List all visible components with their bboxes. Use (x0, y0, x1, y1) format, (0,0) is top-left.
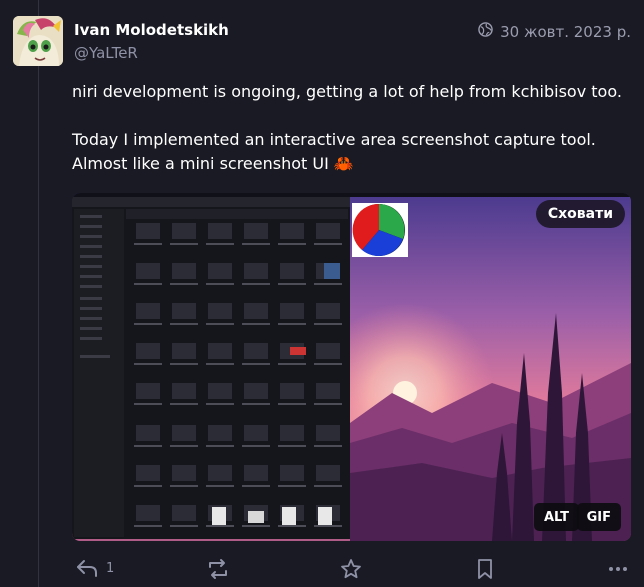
crab-emoji: 🦀 (333, 154, 354, 173)
avatar-image (13, 16, 63, 66)
media-attachment[interactable]: Сховати GIF ALT (72, 193, 631, 541)
status-post: Ivan Molodetskikh @YaLTeR 30 жовт. 2023 … (0, 0, 644, 587)
avatar[interactable] (13, 16, 63, 66)
reply-button[interactable]: 1 (76, 558, 114, 578)
alt-badge[interactable]: ALT (533, 503, 579, 531)
boost-button[interactable] (206, 558, 230, 580)
star-icon (340, 558, 362, 580)
gif-badge[interactable]: GIF (576, 503, 621, 531)
post-paragraph: Today I implemented an interactive area … (72, 128, 632, 176)
hide-media-button[interactable]: Сховати (535, 200, 625, 228)
post-paragraph: niri development is ongoing, getting a l… (72, 82, 622, 101)
favourite-button[interactable] (340, 558, 362, 580)
post-actions: 1 (72, 558, 632, 586)
reply-count: 1 (106, 560, 115, 576)
post-meta: 30 жовт. 2023 р. (478, 22, 631, 41)
reply-icon (76, 558, 98, 578)
boost-icon (206, 558, 230, 580)
thread-line (38, 0, 39, 587)
globe-icon (478, 22, 493, 41)
bookmark-button[interactable] (476, 558, 494, 580)
post-timestamp[interactable]: 30 жовт. 2023 р. (500, 23, 631, 41)
more-dots-icon (608, 558, 628, 580)
screenshot-preview-image (72, 193, 631, 541)
author-handle[interactable]: @YaLTeR (74, 44, 138, 62)
more-button[interactable] (608, 558, 628, 580)
post-content: niri development is ongoing, getting a l… (72, 80, 632, 200)
bookmark-icon (476, 558, 494, 580)
author-display-name[interactable]: Ivan Molodetskikh (74, 21, 229, 39)
